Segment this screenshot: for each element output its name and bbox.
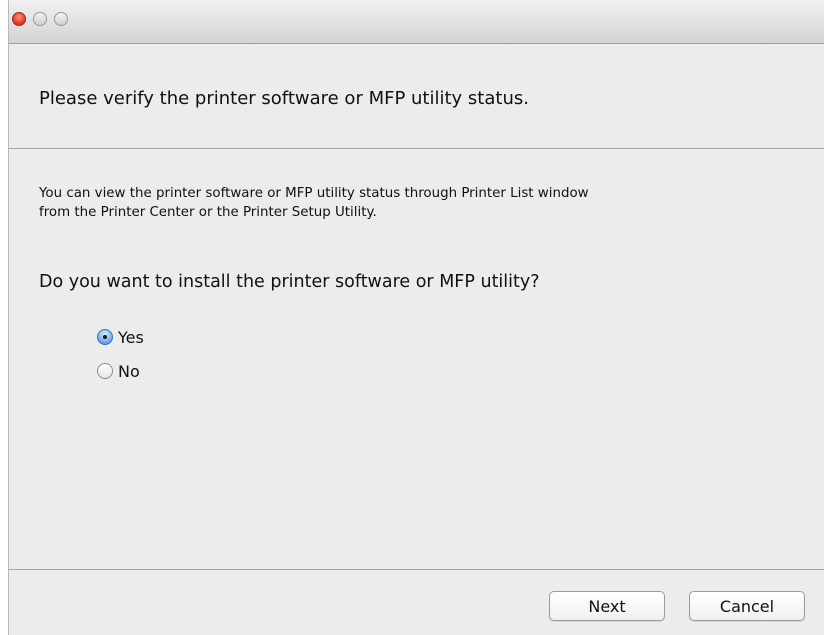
minimize-window-button[interactable] (33, 12, 47, 26)
install-question: Do you want to install the printer softw… (39, 272, 540, 292)
page-heading: Please verify the printer software or MF… (39, 88, 529, 109)
radio-option-no[interactable]: No (97, 360, 140, 382)
header-divider (9, 148, 824, 149)
radio-label-no[interactable]: No (118, 362, 140, 381)
description-line-1: You can view the printer software or MFP… (39, 186, 589, 201)
footer-divider (9, 569, 824, 570)
radio-selected-icon[interactable] (97, 329, 113, 345)
radio-option-yes[interactable]: Yes (97, 326, 144, 348)
title-bar[interactable] (9, 0, 824, 44)
zoom-window-button[interactable] (54, 12, 68, 26)
status-description: You can view the printer software or MFP… (39, 184, 809, 222)
close-window-button[interactable] (12, 12, 26, 26)
radio-unselected-icon[interactable] (97, 363, 113, 379)
description-line-2: from the Printer Center or the Printer S… (39, 205, 377, 220)
radio-label-yes[interactable]: Yes (118, 328, 144, 347)
next-button[interactable]: Next (549, 591, 665, 621)
installer-window: Please verify the printer software or MF… (8, 0, 824, 635)
cancel-button[interactable]: Cancel (689, 591, 805, 621)
